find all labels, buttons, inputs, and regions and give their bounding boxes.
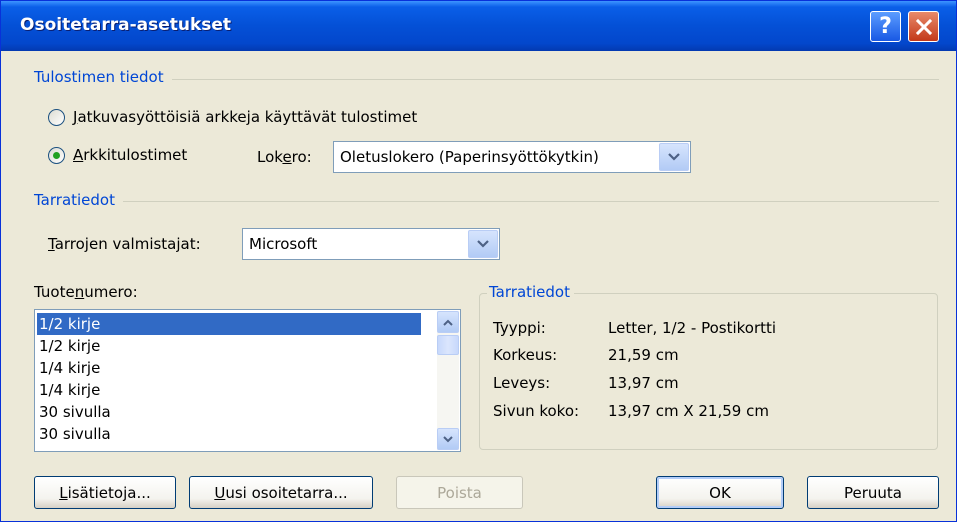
product-number-label: Tuotenumero: <box>34 283 138 301</box>
detail-value-type: Letter, 1/2 - Postikortti <box>608 319 777 337</box>
radio-button-checked[interactable] <box>48 146 65 164</box>
vendors-label: Tarrojen valmistajat: <box>48 235 201 253</box>
title-bar[interactable]: Osoitetarra-asetukset ? <box>1 1 956 51</box>
detail-key-height: Korkeus: <box>493 346 558 364</box>
radio-continuous-printers[interactable]: Jatkuvasyöttöisiä arkkeja käyttävät tulo… <box>48 108 417 126</box>
list-item[interactable]: 30 sivulla <box>37 423 421 445</box>
tray-dropdown-button[interactable] <box>659 143 689 171</box>
detail-value-height: 21,59 cm <box>608 346 679 364</box>
new-label-button[interactable]: Uusi osoitetarra... <box>189 476 373 509</box>
tray-select[interactable]: Oletuslokero (Paperinsyöttökytkin) <box>333 141 691 173</box>
chevron-down-icon <box>477 240 489 248</box>
vendors-select-value: Microsoft <box>249 235 318 253</box>
radio-label-page-printers: Arkkitulostimet <box>73 146 188 164</box>
dialog-title: Osoitetarra-asetukset <box>20 15 232 35</box>
list-item[interactable]: 1/4 kirje <box>37 379 421 401</box>
radio-label-continuous: Jatkuvasyöttöisiä arkkeja käyttävät tulo… <box>73 108 418 126</box>
tray-label: Lokero: <box>257 148 312 166</box>
radio-button[interactable] <box>48 108 65 126</box>
label-details-box <box>479 293 938 450</box>
ok-button[interactable]: OK <box>656 476 784 509</box>
chevron-down-icon <box>668 153 680 161</box>
vendors-dropdown-button[interactable] <box>468 230 498 258</box>
list-item[interactable]: 30 sivulla <box>37 401 421 423</box>
arrow-up-icon <box>443 319 453 326</box>
detail-key-width: Leveys: <box>493 374 551 392</box>
scroll-thumb[interactable] <box>437 335 459 355</box>
close-button[interactable] <box>908 11 939 42</box>
details-button[interactable]: Lisätietoja... <box>34 476 176 509</box>
radio-page-printers[interactable]: Arkkitulostimet <box>48 146 187 164</box>
arrow-down-icon <box>443 435 453 442</box>
delete-button[interactable]: Poista <box>396 476 523 509</box>
help-icon: ? <box>879 14 892 39</box>
detail-key-type: Tyyppi: <box>493 319 546 337</box>
scroll-up-button[interactable] <box>437 311 459 333</box>
vendors-select[interactable]: Microsoft <box>242 228 500 260</box>
detail-value-page-size: 13,97 cm X 21,59 cm <box>608 402 769 420</box>
detail-value-width: 13,97 cm <box>608 374 679 392</box>
group-label-printer-info: Tulostimen tiedot <box>34 68 172 86</box>
dialog-window: Osoitetarra-asetukset ? Tulostimen tiedo… <box>0 0 957 522</box>
tray-select-value: Oletuslokero (Paperinsyöttökytkin) <box>340 148 599 166</box>
product-number-list[interactable]: 1/2 kirje 1/2 kirje 1/4 kirje 1/4 kirje … <box>34 309 461 452</box>
help-button[interactable]: ? <box>870 11 901 42</box>
list-item[interactable]: 1/4 kirje <box>37 357 421 379</box>
list-item[interactable]: 1/2 kirje <box>37 335 421 357</box>
list-item[interactable]: 1/2 kirje <box>37 313 421 335</box>
scroll-down-button[interactable] <box>437 428 459 450</box>
close-icon <box>915 18 932 35</box>
detail-key-page-size: Sivun koko: <box>493 402 580 420</box>
group-label-label-info: Tarratiedot <box>34 191 123 209</box>
list-scrollbar[interactable] <box>437 311 459 450</box>
divider-label-info <box>34 201 939 202</box>
group-label-details: Tarratiedot <box>487 283 574 301</box>
cancel-button[interactable]: Peruuta <box>807 476 939 509</box>
